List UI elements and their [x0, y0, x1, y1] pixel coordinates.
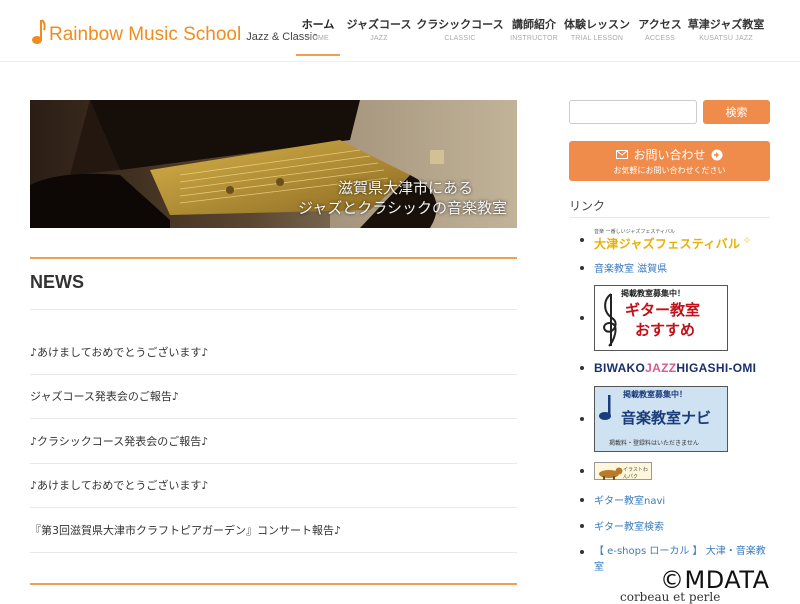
news-heading: NEWS: [30, 272, 84, 292]
news-item[interactable]: ♪あけましておめでとうございます♪: [30, 330, 517, 375]
bullet: [580, 238, 584, 242]
link-item[interactable]: イラストわんパク: [580, 462, 652, 480]
main-nav: ホーム HOME ジャズコース JAZZ クラシックコース CLASSIC 講師…: [296, 16, 764, 56]
hero-caption-line2: ジャズとクラシックの音楽教室: [298, 199, 507, 217]
news-list: ♪あけましておめでとうございます♪ ジャズコース発表会のご報告♪ ♪クラシックコ…: [30, 330, 517, 553]
music-school-navi-banner[interactable]: 掲載教室募集中！ 音楽教室ナビ 掲載料・登録料はいただきません: [594, 386, 728, 452]
nav-item-trial-lesson[interactable]: 体験レッスン TRIAL LESSON: [564, 16, 630, 56]
link-item[interactable]: BIWAKOJAZZHIGASHI-OMI: [580, 361, 756, 375]
contact-sublabel: お気軽にお問い合わせください: [613, 166, 726, 175]
music-note-icon: [32, 19, 46, 44]
news-item[interactable]: ジャズコース発表会のご報告♪: [30, 375, 517, 419]
link-item[interactable]: 音楽教室 滋賀県: [580, 260, 667, 275]
link-item[interactable]: 音楽 一番しいジャズフェスティバル 大津ジャズフェスティバル ✧: [580, 228, 752, 252]
links-heading-underline: [569, 217, 770, 218]
nav-item-home[interactable]: ホーム HOME: [296, 16, 340, 56]
site-logo[interactable]: Rainbow Music School Jazz & Classic: [32, 16, 318, 46]
biwako-jazz-banner[interactable]: BIWAKOJAZZHIGASHI-OMI: [594, 361, 756, 375]
hero-caption: 滋賀県大津市にある ジャズとクラシックの音楽教室: [298, 178, 507, 218]
link-guitar-search[interactable]: ギター教室検索: [594, 518, 664, 533]
search-button[interactable]: 検索: [703, 100, 770, 124]
news-item[interactable]: ♪あけましておめでとうございます♪: [30, 464, 517, 508]
section-divider-bottom: [30, 583, 517, 585]
link-item[interactable]: 掲載教室募集中！ ギター教室 おすすめ: [580, 285, 728, 351]
dog-illustration-banner[interactable]: イラストわんパク: [594, 462, 652, 480]
link-ongaku-shiga[interactable]: 音楽教室 滋賀県: [594, 260, 667, 275]
nav-item-kusatsu-jazz[interactable]: 草津ジャズ教室 KUSATSU JAZZ: [688, 16, 764, 56]
hero-banner: 滋賀県大津市にある ジャズとクラシックの音楽教室: [30, 100, 517, 228]
site-header: Rainbow Music School Jazz & Classic ホーム …: [0, 0, 800, 62]
link-item[interactable]: 掲載教室募集中！ 音楽教室ナビ 掲載料・登録料はいただきません: [580, 386, 728, 452]
jazz-festival-banner[interactable]: 音楽 一番しいジャズフェスティバル 大津ジャズフェスティバル: [594, 228, 740, 252]
treble-clef-icon: [603, 293, 617, 347]
section-divider: [30, 257, 517, 259]
nav-item-instructor[interactable]: 講師紹介 INSTRUCTOR: [510, 16, 558, 56]
link-item[interactable]: ギター教室navi: [580, 492, 665, 507]
envelope-icon: [616, 150, 629, 159]
logo-text: Rainbow Music School: [49, 24, 242, 45]
link-guitar-navi[interactable]: ギター教室navi: [594, 492, 665, 507]
watermark: ©MDATA: [660, 566, 770, 594]
search-input[interactable]: [569, 100, 697, 124]
contact-button[interactable]: お問い合わせ お気軽にお問い合わせください: [569, 141, 770, 181]
music-note-icon: [599, 395, 611, 420]
news-heading-underline: [30, 309, 517, 310]
news-item[interactable]: ♪クラシックコース発表会のご報告♪: [30, 419, 517, 464]
arrow-circle-right-icon: [711, 149, 722, 160]
link-item[interactable]: ギター教室検索: [580, 518, 664, 533]
hero-caption-line1: 滋賀県大津市にある: [338, 179, 474, 197]
guitar-school-banner[interactable]: 掲載教室募集中！ ギター教室 おすすめ: [594, 285, 728, 351]
nav-item-jazz[interactable]: ジャズコース JAZZ: [347, 16, 412, 56]
contact-label: お問い合わせ: [633, 148, 706, 162]
news-item[interactable]: 『第3回滋賀県大津市クラフトピアガーデン』コンサート報告♪: [30, 508, 517, 553]
nav-item-classic[interactable]: クラシックコース CLASSIC: [416, 16, 503, 56]
nav-item-access[interactable]: アクセス ACCESS: [638, 16, 682, 56]
sparkle-icon: ✧: [742, 233, 752, 247]
links-heading: リンク: [569, 199, 606, 213]
